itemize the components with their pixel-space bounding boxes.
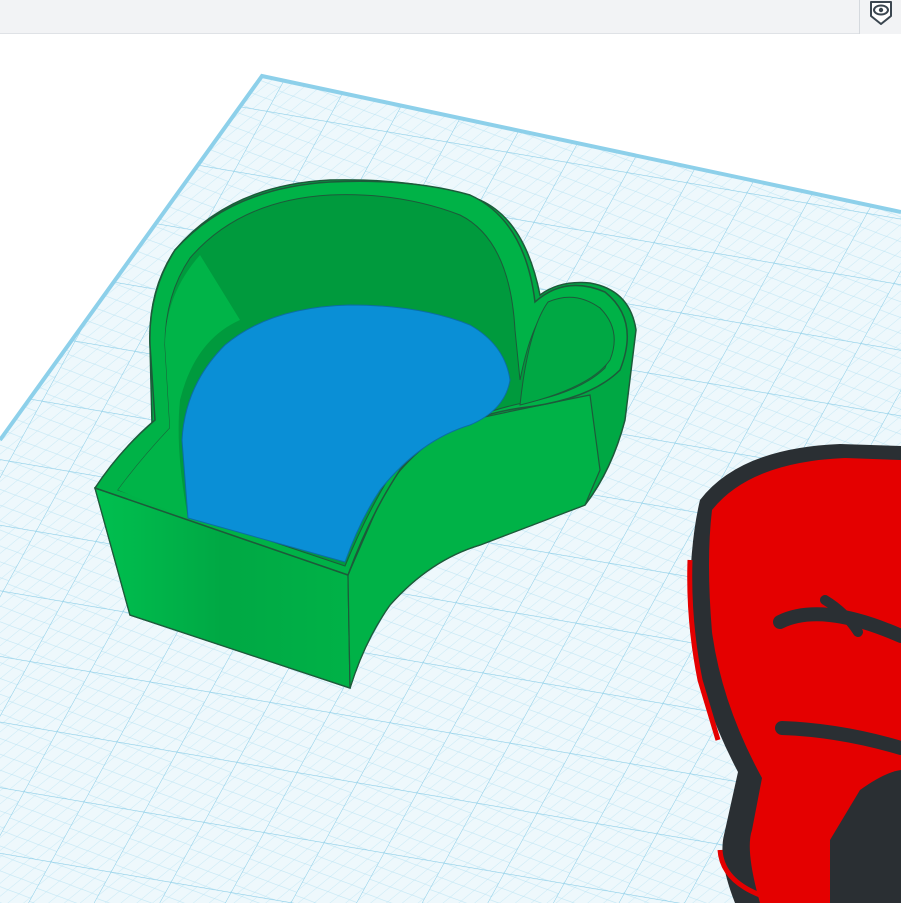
top-toolbar	[0, 0, 901, 34]
3d-viewport[interactable]	[0, 35, 901, 903]
eye-icon	[867, 0, 895, 26]
view-toggle-button[interactable]	[859, 0, 901, 34]
scene-canvas[interactable]	[0, 35, 901, 903]
